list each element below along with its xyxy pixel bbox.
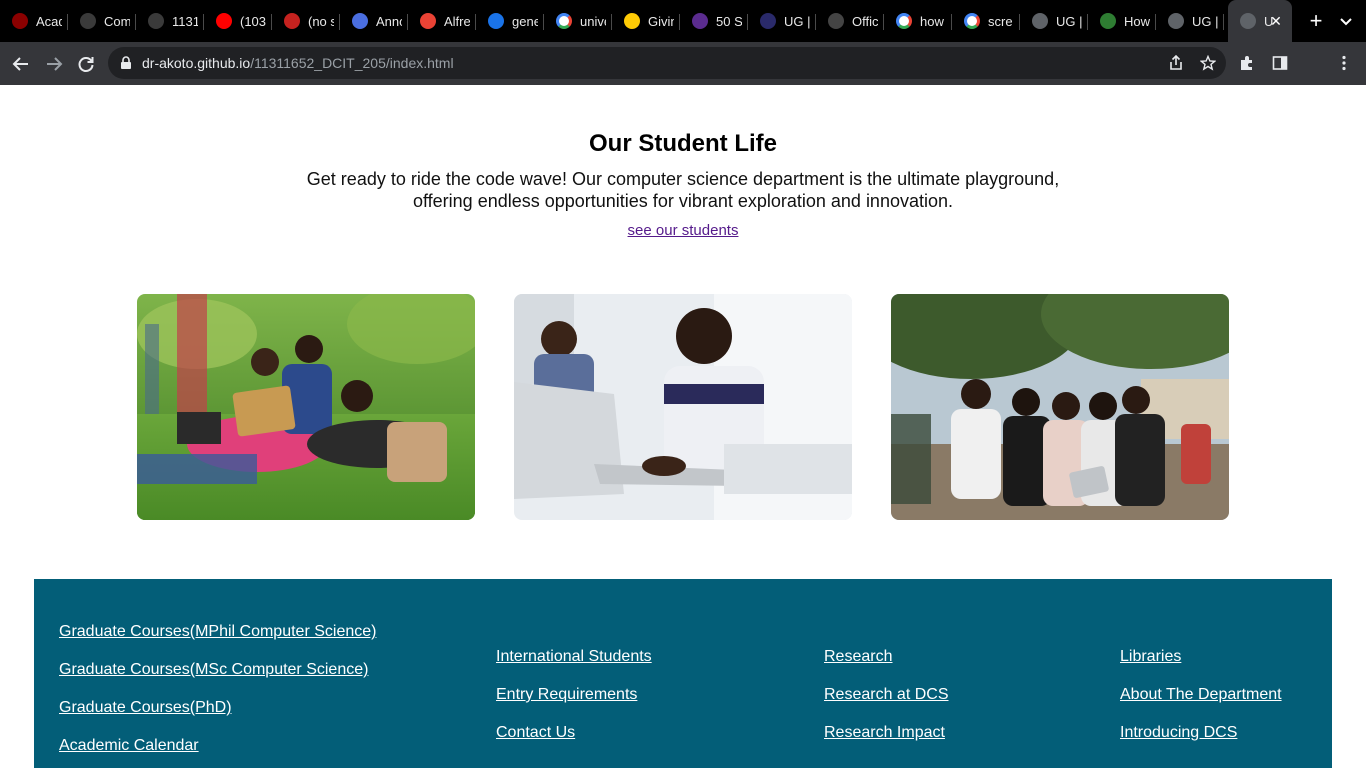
active-tab[interactable]: U ✕ xyxy=(1228,0,1292,42)
footer-link-research-impact[interactable]: Research Impact xyxy=(824,724,945,742)
tab-search-icon[interactable] xyxy=(1336,12,1356,32)
close-tab-icon[interactable]: ✕ xyxy=(1268,13,1284,29)
side-panel-icon[interactable] xyxy=(1270,53,1290,73)
footer-link-academic-calendar[interactable]: Academic Calendar xyxy=(59,737,199,755)
tab-label: How xyxy=(1124,13,1150,29)
office-icon xyxy=(828,13,844,29)
footer-link-research[interactable]: Research xyxy=(824,648,892,666)
back-arrow-icon xyxy=(12,57,28,71)
michigan-icon xyxy=(624,13,640,29)
see-students-link[interactable]: see our students xyxy=(628,222,739,239)
browser-tab-strip: Acad Com 1131 (103 (no s Anno Alfre gene unive Gi… xyxy=(0,0,1366,42)
tab-label: unive xyxy=(580,13,606,29)
extensions-icon[interactable] xyxy=(1237,53,1257,73)
gmail-icon xyxy=(284,13,300,29)
footer-link-contact-us[interactable]: Contact Us xyxy=(496,724,575,742)
ug-icon xyxy=(760,13,776,29)
share-icon[interactable] xyxy=(1166,53,1186,73)
tab-label: gene xyxy=(512,13,538,29)
new-tab-button[interactable]: + xyxy=(1294,0,1338,42)
group-with-tablet-photo xyxy=(891,294,1229,520)
browser-tab[interactable]: how xyxy=(884,0,952,42)
browser-tab[interactable]: Anno xyxy=(340,0,408,42)
tab-label: UG | xyxy=(1056,13,1082,29)
browser-tab[interactable]: (103 xyxy=(204,0,272,42)
tab-label: 50 S xyxy=(716,13,742,29)
url-path: /11311652_DCIT_205/index.html xyxy=(250,55,454,71)
bookmark-star-icon[interactable] xyxy=(1198,53,1218,73)
tab-label: (103 xyxy=(240,13,266,29)
back-button[interactable] xyxy=(8,51,34,77)
google-icon xyxy=(556,13,572,29)
footer-link-introducing-dcs[interactable]: Introducing DCS xyxy=(1120,724,1237,742)
section-description: Get ready to ride the code wave! Our com… xyxy=(306,169,1060,211)
browser-tab[interactable]: How xyxy=(1088,0,1156,42)
tab-label: 1131 xyxy=(172,13,198,29)
browser-tab[interactable]: unive xyxy=(544,0,612,42)
address-bar[interactable]: dr-akoto.github.io/11311652_DCIT_205/ind… xyxy=(108,47,1226,79)
student-with-laptop-photo xyxy=(514,294,852,520)
tab-label: Acad xyxy=(36,13,62,29)
tab-label: Anno xyxy=(376,13,402,29)
purple-crest-icon xyxy=(692,13,708,29)
see-students-link-wrap: see our students xyxy=(0,222,1366,239)
footer-link-phd[interactable]: Graduate Courses(PhD) xyxy=(59,699,232,717)
gmail-icon xyxy=(420,13,436,29)
lock-icon xyxy=(121,56,131,69)
footer-link-international-students[interactable]: International Students xyxy=(496,648,652,666)
browser-tab[interactable]: UG | xyxy=(1156,0,1224,42)
tab-label: how xyxy=(920,13,944,29)
search-icon xyxy=(488,13,504,29)
menu-kebab-icon[interactable] xyxy=(1334,53,1354,73)
footer-link-msc[interactable]: Graduate Courses(MSc Computer Science) xyxy=(59,661,368,679)
url-text: dr-akoto.github.io/11311652_DCIT_205/ind… xyxy=(142,55,454,71)
doc-icon xyxy=(352,13,368,29)
browser-tab[interactable]: Offic xyxy=(816,0,884,42)
browser-tab[interactable]: (no s xyxy=(272,0,340,42)
browser-tab[interactable]: Acad xyxy=(0,0,68,42)
reload-button[interactable] xyxy=(73,51,99,77)
tab-label: Givin xyxy=(648,13,674,29)
tab-label: Com xyxy=(104,13,130,29)
section-title: Our Student Life xyxy=(589,130,777,157)
browser-toolbar: dr-akoto.github.io/11311652_DCIT_205/ind… xyxy=(0,42,1366,85)
browser-tab[interactable]: UG | xyxy=(748,0,816,42)
image-icon xyxy=(1100,13,1116,29)
google-icon xyxy=(964,13,980,29)
tab-label: UG | xyxy=(1192,13,1218,29)
students-on-grass-photo xyxy=(137,294,475,520)
footer-link-libraries[interactable]: Libraries xyxy=(1120,648,1181,666)
browser-tab[interactable]: UG | xyxy=(1020,0,1088,42)
footer-link-about-department[interactable]: About The Department xyxy=(1120,686,1282,704)
tab-label: UG | xyxy=(784,13,810,29)
site-footer: Graduate Courses(MPhil Computer Science)… xyxy=(34,579,1332,768)
browser-tab[interactable]: 50 S xyxy=(680,0,748,42)
tab-label: Offic xyxy=(852,13,878,29)
reload-icon xyxy=(78,57,94,72)
browser-tab[interactable]: Alfre xyxy=(408,0,476,42)
footer-link-mphil[interactable]: Graduate Courses(MPhil Computer Science) xyxy=(59,623,376,641)
browser-tab[interactable]: Com xyxy=(68,0,136,42)
forward-arrow-icon xyxy=(47,57,63,71)
github-icon xyxy=(148,13,164,29)
youtube-icon xyxy=(216,13,232,29)
footer-link-research-at-dcs[interactable]: Research at DCS xyxy=(824,686,949,704)
tab-label: scre xyxy=(988,13,1013,29)
browser-tab[interactable]: 1131 xyxy=(136,0,204,42)
globe-icon xyxy=(1240,13,1256,29)
ug-crest-icon xyxy=(12,13,28,29)
google-icon xyxy=(896,13,912,29)
browser-tab[interactable]: gene xyxy=(476,0,544,42)
forward-button[interactable] xyxy=(41,51,67,77)
page-content: Our Student Life Get ready to ride the c… xyxy=(0,85,1366,768)
browser-tab[interactable]: scre xyxy=(952,0,1020,42)
globe-icon xyxy=(1032,13,1048,29)
tab-label: Alfre xyxy=(444,13,470,29)
url-host: dr-akoto.github.io xyxy=(142,55,251,71)
footer-link-entry-requirements[interactable]: Entry Requirements xyxy=(496,686,637,704)
github-icon xyxy=(80,13,96,29)
browser-tab[interactable]: Givin xyxy=(612,0,680,42)
globe-icon xyxy=(1168,13,1184,29)
tab-label: (no s xyxy=(308,13,334,29)
